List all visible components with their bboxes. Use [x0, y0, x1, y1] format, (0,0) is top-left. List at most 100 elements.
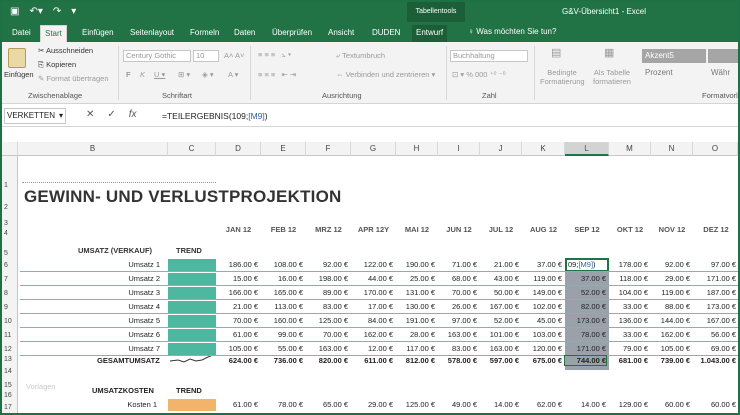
row-header[interactable]: 3: [2, 220, 18, 227]
sales-value-cell[interactable]: 178.00 €: [609, 260, 648, 269]
sales-value-cell[interactable]: 162.00 €: [351, 330, 393, 339]
font-name-select[interactable]: Century Gothic: [123, 50, 191, 62]
sales-value-cell[interactable]: 167.00 €: [693, 316, 736, 325]
total-value-cell[interactable]: 681.00 €: [609, 356, 648, 365]
sales-value-cell[interactable]: 70.00 €: [216, 316, 258, 325]
tab-view[interactable]: Ansicht: [324, 25, 358, 42]
sales-value-cell[interactable]: 163.00 €: [306, 344, 348, 353]
column-header[interactable]: F: [306, 142, 351, 156]
underline-icon[interactable]: U ▾: [154, 70, 165, 79]
sales-value-cell[interactable]: 102.00 €: [522, 302, 562, 311]
copy-button[interactable]: ⎘ Kopieren: [38, 60, 76, 70]
style-percent[interactable]: Prozent: [642, 66, 706, 80]
total-value-cell[interactable]: 812.00 €: [396, 356, 435, 365]
sales-value-cell[interactable]: 105.00 €: [216, 344, 258, 353]
cost-value-cell[interactable]: 49.00 €: [438, 400, 477, 409]
cost-value-cell[interactable]: 60.00 €: [651, 400, 690, 409]
tab-page-layout[interactable]: Seitenlayout: [126, 25, 178, 42]
sales-value-cell[interactable]: 56.00 €: [693, 330, 736, 339]
sales-value-cell[interactable]: 17.00 €: [351, 302, 393, 311]
italic-icon[interactable]: K: [140, 70, 145, 79]
select-all-corner[interactable]: [2, 142, 18, 156]
sales-value-cell[interactable]: 84.00 €: [351, 316, 393, 325]
sales-value-cell[interactable]: 78.00 €: [565, 330, 606, 339]
sales-value-cell[interactable]: 61.00 €: [216, 330, 258, 339]
sales-value-cell[interactable]: 170.00 €: [351, 288, 393, 297]
font-grow-icon[interactable]: A˄ A˅: [224, 51, 244, 60]
sales-value-cell[interactable]: 97.00 €: [438, 316, 477, 325]
undo-icon[interactable]: ↶▾: [29, 6, 42, 17]
cost-value-cell[interactable]: 129.00 €: [609, 400, 648, 409]
save-icon[interactable]: ▣: [10, 6, 19, 17]
tab-insert[interactable]: Einfügen: [78, 25, 118, 42]
insert-function-icon[interactable]: fx: [129, 109, 137, 120]
border-icon[interactable]: ⊞ ▾: [178, 70, 190, 79]
sales-value-cell[interactable]: 37.00 €: [565, 274, 606, 283]
sales-value-cell[interactable]: 70.00 €: [438, 288, 477, 297]
sales-value-cell[interactable]: 50.00 €: [480, 288, 519, 297]
total-value-cell[interactable]: 820.00 €: [306, 356, 348, 365]
row-header[interactable]: 8: [2, 290, 18, 297]
row-header[interactable]: 14: [2, 368, 18, 375]
total-value-cell[interactable]: 578.00 €: [438, 356, 477, 365]
cost-value-cell[interactable]: 78.00 €: [261, 400, 303, 409]
sales-value-cell[interactable]: 55.00 €: [261, 344, 303, 353]
sales-value-cell[interactable]: 163.00 €: [438, 330, 477, 339]
sales-value-cell[interactable]: 160.00 €: [261, 316, 303, 325]
tab-file[interactable]: Datei: [8, 25, 35, 42]
total-value-cell[interactable]: 736.00 €: [261, 356, 303, 365]
tell-me-box[interactable]: ♀ Was möchten Sie tun?: [468, 25, 556, 39]
sales-value-cell[interactable]: 131.00 €: [396, 288, 435, 297]
row-header[interactable]: 5: [2, 250, 18, 257]
column-header[interactable]: G: [351, 142, 396, 156]
row-header[interactable]: 7: [2, 276, 18, 283]
column-header[interactable]: E: [261, 142, 306, 156]
cost-value-cell[interactable]: 14.00 €: [565, 400, 606, 409]
sales-value-cell[interactable]: 120.00 €: [522, 344, 562, 353]
sales-value-cell[interactable]: 166.00 €: [216, 288, 258, 297]
sales-value-cell[interactable]: 33.00 €: [609, 330, 648, 339]
cost-value-cell[interactable]: 125.00 €: [396, 400, 435, 409]
row-header[interactable]: 13: [2, 356, 18, 363]
active-cell-editor[interactable]: 09;[M9]): [565, 258, 609, 272]
column-header[interactable]: M: [609, 142, 651, 156]
sales-value-cell[interactable]: 187.00 €: [693, 288, 736, 297]
sales-value-cell[interactable]: 117.00 €: [396, 344, 435, 353]
total-value-cell[interactable]: 597.00 €: [480, 356, 519, 365]
sales-value-cell[interactable]: 144.00 €: [651, 316, 690, 325]
sales-value-cell[interactable]: 82.00 €: [565, 302, 606, 311]
sales-value-cell[interactable]: 101.00 €: [480, 330, 519, 339]
sales-value-cell[interactable]: 33.00 €: [609, 302, 648, 311]
customize-icon[interactable]: ▾: [71, 6, 76, 17]
fill-color-icon[interactable]: ◈ ▾: [202, 70, 214, 79]
total-value-cell[interactable]: 744.00 €: [564, 355, 607, 366]
row-header[interactable]: 15: [2, 382, 18, 389]
total-value-cell[interactable]: 624.00 €: [216, 356, 258, 365]
column-header[interactable]: D: [216, 142, 261, 156]
sales-value-cell[interactable]: 167.00 €: [480, 302, 519, 311]
sales-value-cell[interactable]: 97.00 €: [693, 260, 736, 269]
sales-value-cell[interactable]: 83.00 €: [306, 302, 348, 311]
column-header-selected[interactable]: L: [565, 142, 609, 156]
sales-value-cell[interactable]: 79.00 €: [609, 344, 648, 353]
cost-value-cell[interactable]: 29.00 €: [351, 400, 393, 409]
tab-review[interactable]: Überprüfen: [268, 25, 316, 42]
column-header[interactable]: J: [480, 142, 522, 156]
sales-value-cell[interactable]: 15.00 €: [216, 274, 258, 283]
chevron-down-icon[interactable]: ▾: [59, 109, 63, 123]
font-size-select[interactable]: 10: [193, 50, 219, 62]
sales-value-cell[interactable]: 149.00 €: [522, 288, 562, 297]
row-header[interactable]: 12: [2, 346, 18, 353]
formula-input[interactable]: =TEILERGEBNIS(109;[M9]): [162, 109, 268, 123]
sales-value-cell[interactable]: 190.00 €: [396, 260, 435, 269]
sales-value-cell[interactable]: 44.00 €: [351, 274, 393, 283]
sales-value-cell[interactable]: 92.00 €: [651, 260, 690, 269]
sales-value-cell[interactable]: 173.00 €: [565, 316, 606, 325]
sales-value-cell[interactable]: 25.00 €: [396, 274, 435, 283]
redo-icon[interactable]: ↷: [53, 6, 61, 17]
align-left-icons[interactable]: ≡ ≡ ≡ ⇤ ⇥: [258, 70, 296, 79]
row-header[interactable]: 10: [2, 318, 18, 325]
sales-value-cell[interactable]: 89.00 €: [306, 288, 348, 297]
sales-value-cell[interactable]: 71.00 €: [438, 260, 477, 269]
style-currency[interactable]: Währ: [708, 66, 738, 80]
